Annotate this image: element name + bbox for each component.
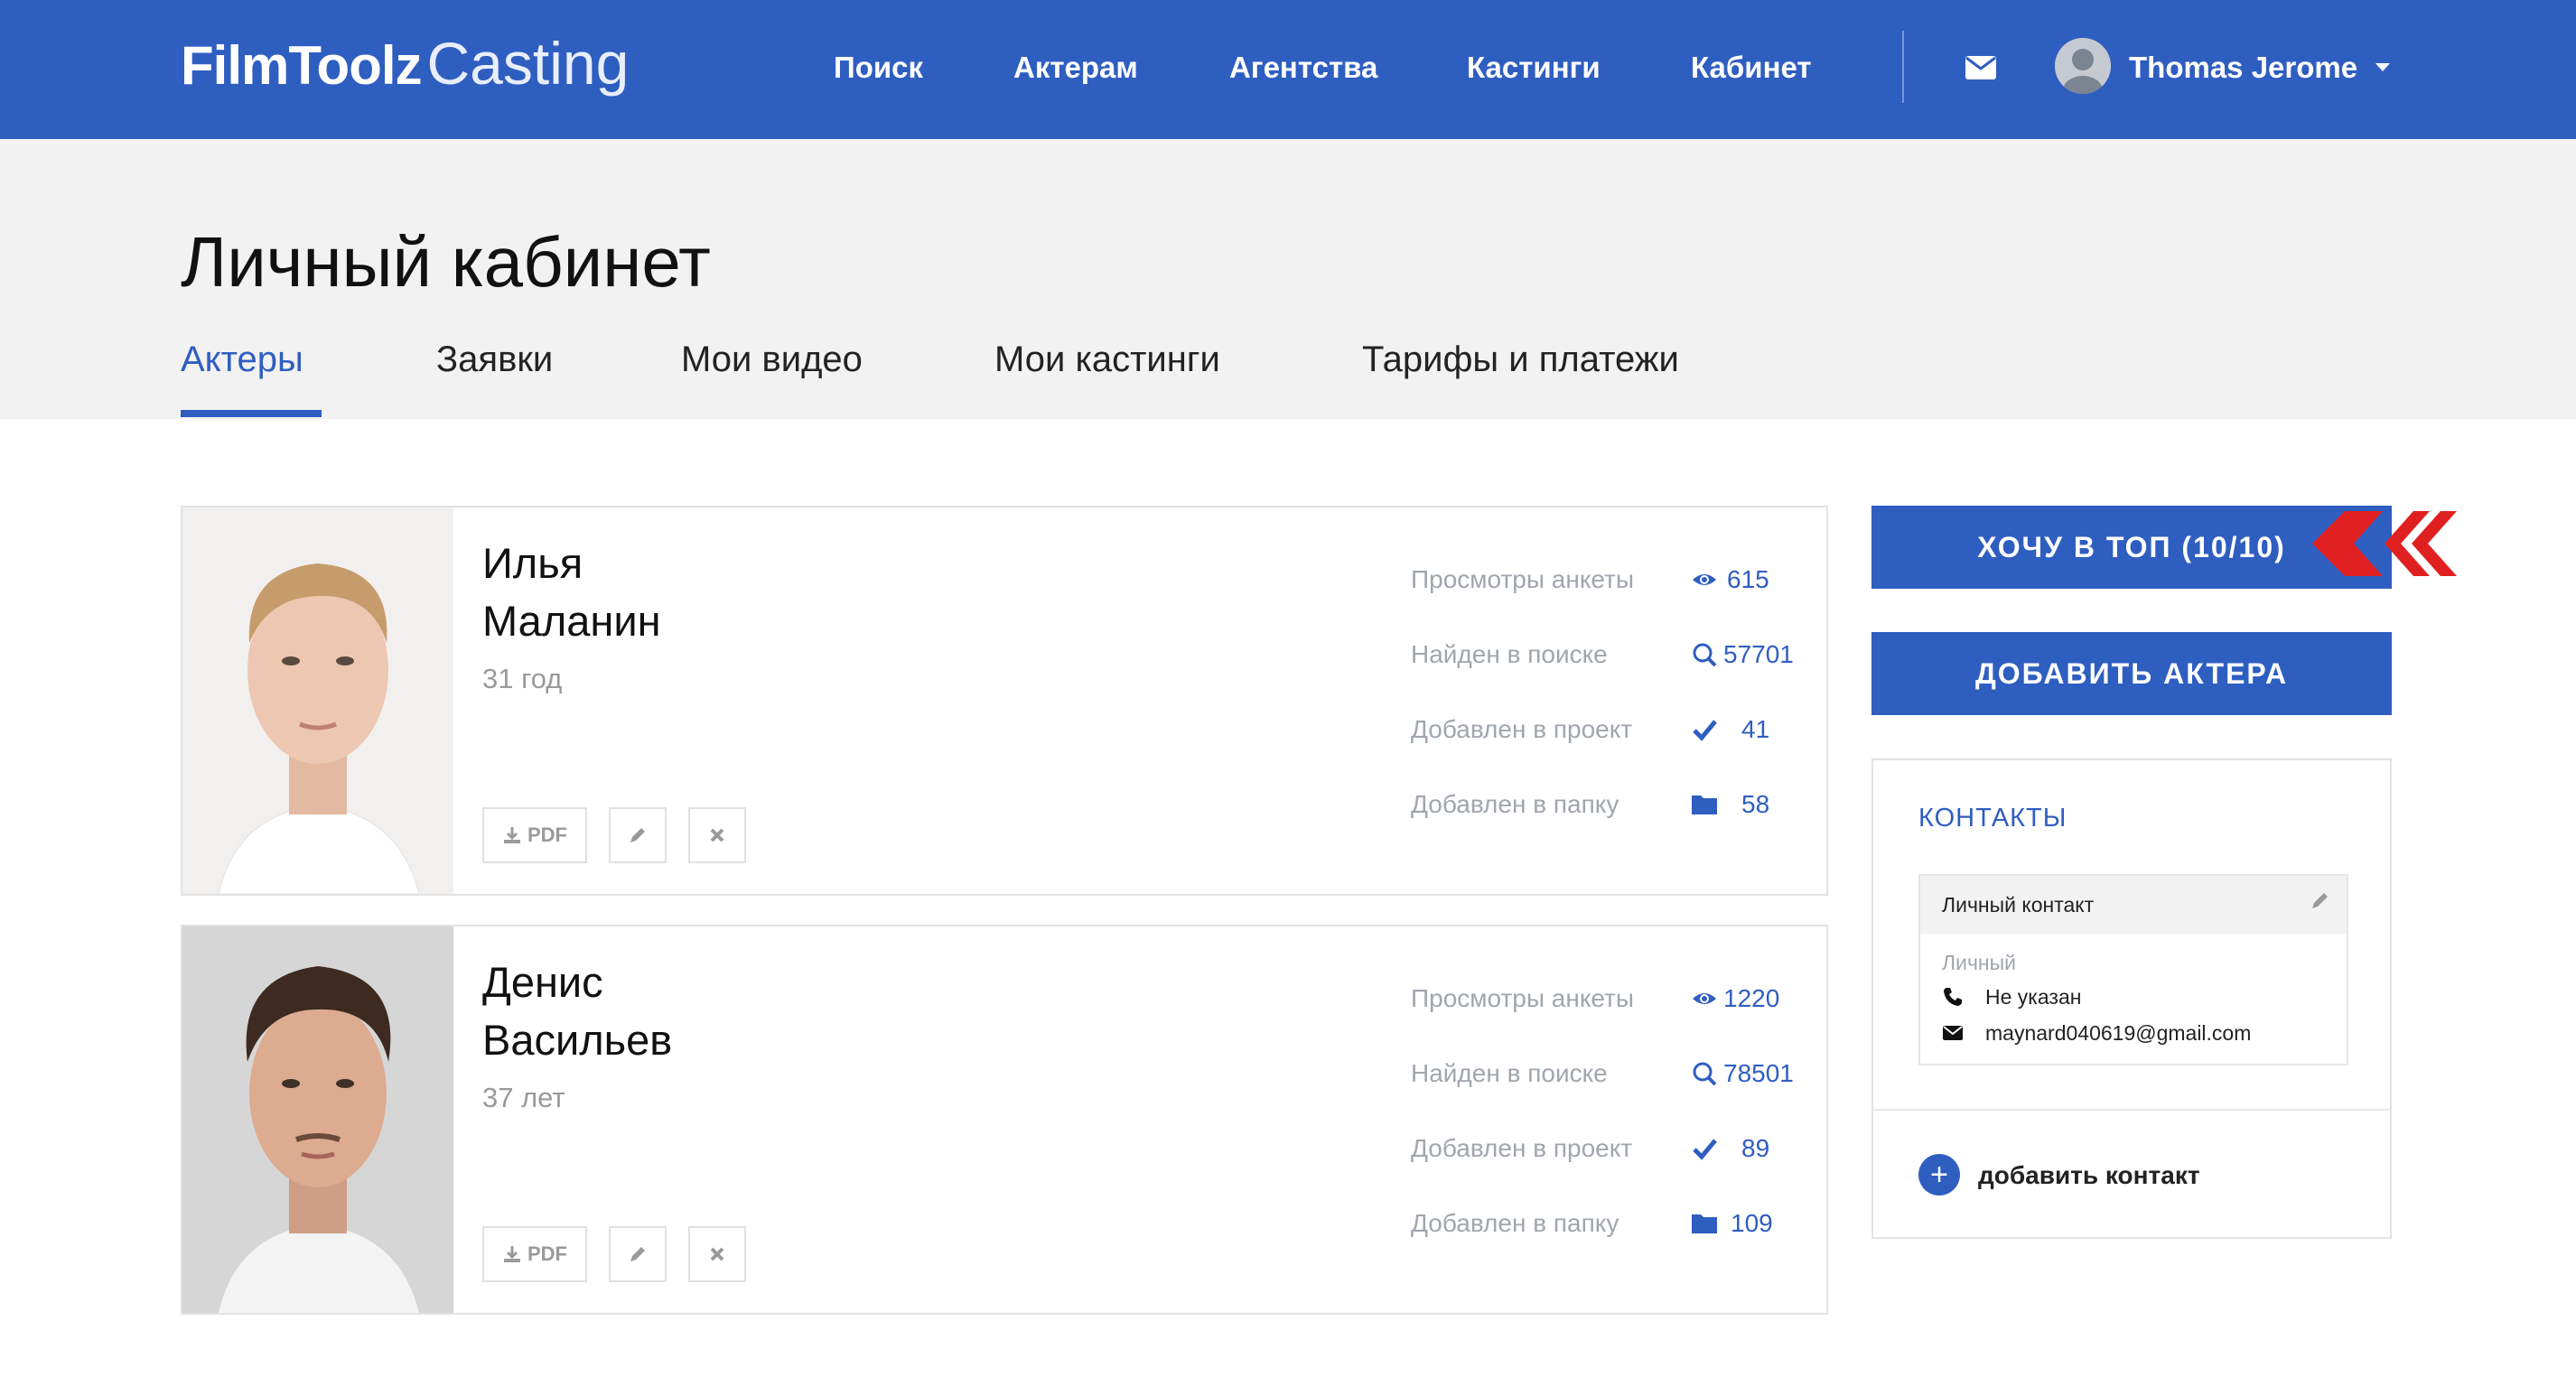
edit-actor-button[interactable]	[609, 1226, 667, 1282]
tab-actors[interactable]: Актеры	[181, 334, 303, 385]
stat-value-project: 89	[1741, 1134, 1770, 1162]
contact-email[interactable]: maynard040619@gmail.com	[1985, 1019, 2251, 1047]
eye-icon	[1693, 993, 1716, 1004]
actor-first-name[interactable]: Илья	[482, 535, 583, 592]
stat-label-search: Найден в поиске	[1411, 640, 1608, 668]
stat-value-views: 615	[1727, 565, 1769, 593]
active-tab-indicator	[181, 410, 322, 417]
close-icon	[710, 1247, 724, 1261]
stat-label-project: Добавлен в проект	[1411, 715, 1633, 743]
user-name[interactable]: Thomas Jerome	[2129, 47, 2357, 88]
stat-label-views: Просмотры анкеты	[1411, 984, 1634, 1012]
top-navbar: FilmToolz Casting Поиск Актерам Агентств…	[0, 0, 2576, 139]
folder-icon	[1692, 795, 1717, 814]
actor-card: Денис Васильев 37 лет PDF Просмотры анке…	[181, 925, 1828, 1315]
pencil-icon	[630, 1247, 645, 1261]
contact-card-title: Личный контакт	[1942, 893, 2095, 916]
avatar[interactable]	[2055, 38, 2111, 94]
nav-cabinet[interactable]: Кабинет	[1691, 47, 1812, 88]
logo-thin-text: Casting	[426, 30, 630, 97]
envelope-icon[interactable]	[1965, 56, 1996, 79]
envelope-icon	[1943, 1026, 1963, 1040]
stat-value-folder: 58	[1741, 790, 1770, 818]
stat-label-search: Найден в поиске	[1411, 1059, 1608, 1087]
check-icon	[1693, 720, 1717, 741]
divider	[1873, 1109, 2390, 1111]
actor-age: 37 лет	[482, 1082, 565, 1113]
eye-icon	[1693, 574, 1716, 585]
folder-icon	[1692, 1214, 1717, 1233]
stat-value-project: 41	[1741, 715, 1770, 743]
contact-type: Личный	[1942, 951, 2017, 974]
pencil-icon[interactable]	[2309, 889, 2332, 912]
pdf-label: PDF	[527, 823, 567, 846]
site-logo[interactable]: FilmToolz Casting	[181, 27, 629, 99]
stat-label-folder: Добавлен в папку	[1411, 1209, 1619, 1237]
close-icon	[710, 828, 724, 842]
delete-actor-button[interactable]	[688, 807, 746, 863]
add-actor-button[interactable]: ДОБАВИТЬ АКТЕРА	[1871, 632, 2392, 715]
search-icon	[1693, 1062, 1717, 1086]
pencil-icon	[630, 828, 645, 842]
tab-requests[interactable]: Заявки	[436, 334, 553, 385]
contact-card-header: Личный контакт	[1920, 876, 2347, 934]
stat-label-views: Просмотры анкеты	[1411, 565, 1634, 593]
actor-first-name[interactable]: Денис	[482, 954, 603, 1011]
actor-last-name[interactable]: Васильев	[482, 1011, 672, 1069]
nav-agencies[interactable]: Агентства	[1229, 47, 1377, 88]
tab-tariffs-payments[interactable]: Тарифы и платежи	[1362, 334, 1679, 385]
want-top-label: ХОЧУ В ТОП (10/10)	[1977, 530, 2286, 563]
stat-value-search: 78501	[1723, 1059, 1794, 1087]
stat-label-project: Добавлен в проект	[1411, 1134, 1633, 1162]
search-icon	[1693, 643, 1717, 667]
contact-card: Личный контакт Личный Не указан maynard0…	[1918, 874, 2348, 1065]
nav-actors[interactable]: Актерам	[1013, 47, 1138, 88]
download-icon	[504, 827, 520, 843]
nav-castings[interactable]: Кастинги	[1467, 47, 1601, 88]
double-chevron-left-icon	[2312, 511, 2457, 576]
stat-label-folder: Добавлен в папку	[1411, 790, 1619, 818]
page-title: Личный кабинет	[181, 222, 711, 302]
contact-phone: Не указан	[1985, 985, 2082, 1009]
nav-search[interactable]: Поиск	[834, 47, 923, 88]
logo-bold-text: FilmToolz	[181, 35, 423, 96]
check-icon	[1693, 1139, 1717, 1160]
delete-actor-button[interactable]	[688, 1226, 746, 1282]
contacts-panel: КОНТАКТЫ Личный контакт Личный Не указан…	[1871, 758, 2392, 1239]
pdf-download-button[interactable]: PDF	[482, 1226, 587, 1282]
actor-last-name[interactable]: Маланин	[482, 592, 661, 650]
edit-actor-button[interactable]	[609, 807, 667, 863]
nav-divider	[1902, 31, 1904, 103]
add-actor-label: ДОБАВИТЬ АКТЕРА	[1974, 656, 2289, 690]
actor-photo[interactable]	[182, 926, 453, 1313]
add-contact-link[interactable]: добавить контакт	[1978, 1158, 2200, 1194]
download-icon	[504, 1246, 520, 1262]
actor-age: 31 год	[482, 663, 563, 694]
pdf-label: PDF	[527, 1242, 567, 1265]
stat-value-folder: 109	[1731, 1209, 1773, 1237]
plus-circle-icon[interactable]: +	[1918, 1154, 1960, 1196]
tab-my-videos[interactable]: Мои видео	[681, 334, 863, 385]
tab-my-castings[interactable]: Мои кастинги	[994, 334, 1220, 385]
pdf-download-button[interactable]: PDF	[482, 807, 587, 863]
stat-value-views: 1220	[1723, 984, 1780, 1012]
stat-value-search: 57701	[1723, 640, 1794, 668]
actor-photo[interactable]	[182, 507, 453, 894]
caret-down-icon[interactable]	[2375, 63, 2390, 71]
contacts-title: КОНТАКТЫ	[1918, 804, 2067, 833]
actor-card: Илья Маланин 31 год PDF Просмотры анкеты…	[181, 506, 1828, 896]
phone-icon	[1944, 988, 1962, 1006]
